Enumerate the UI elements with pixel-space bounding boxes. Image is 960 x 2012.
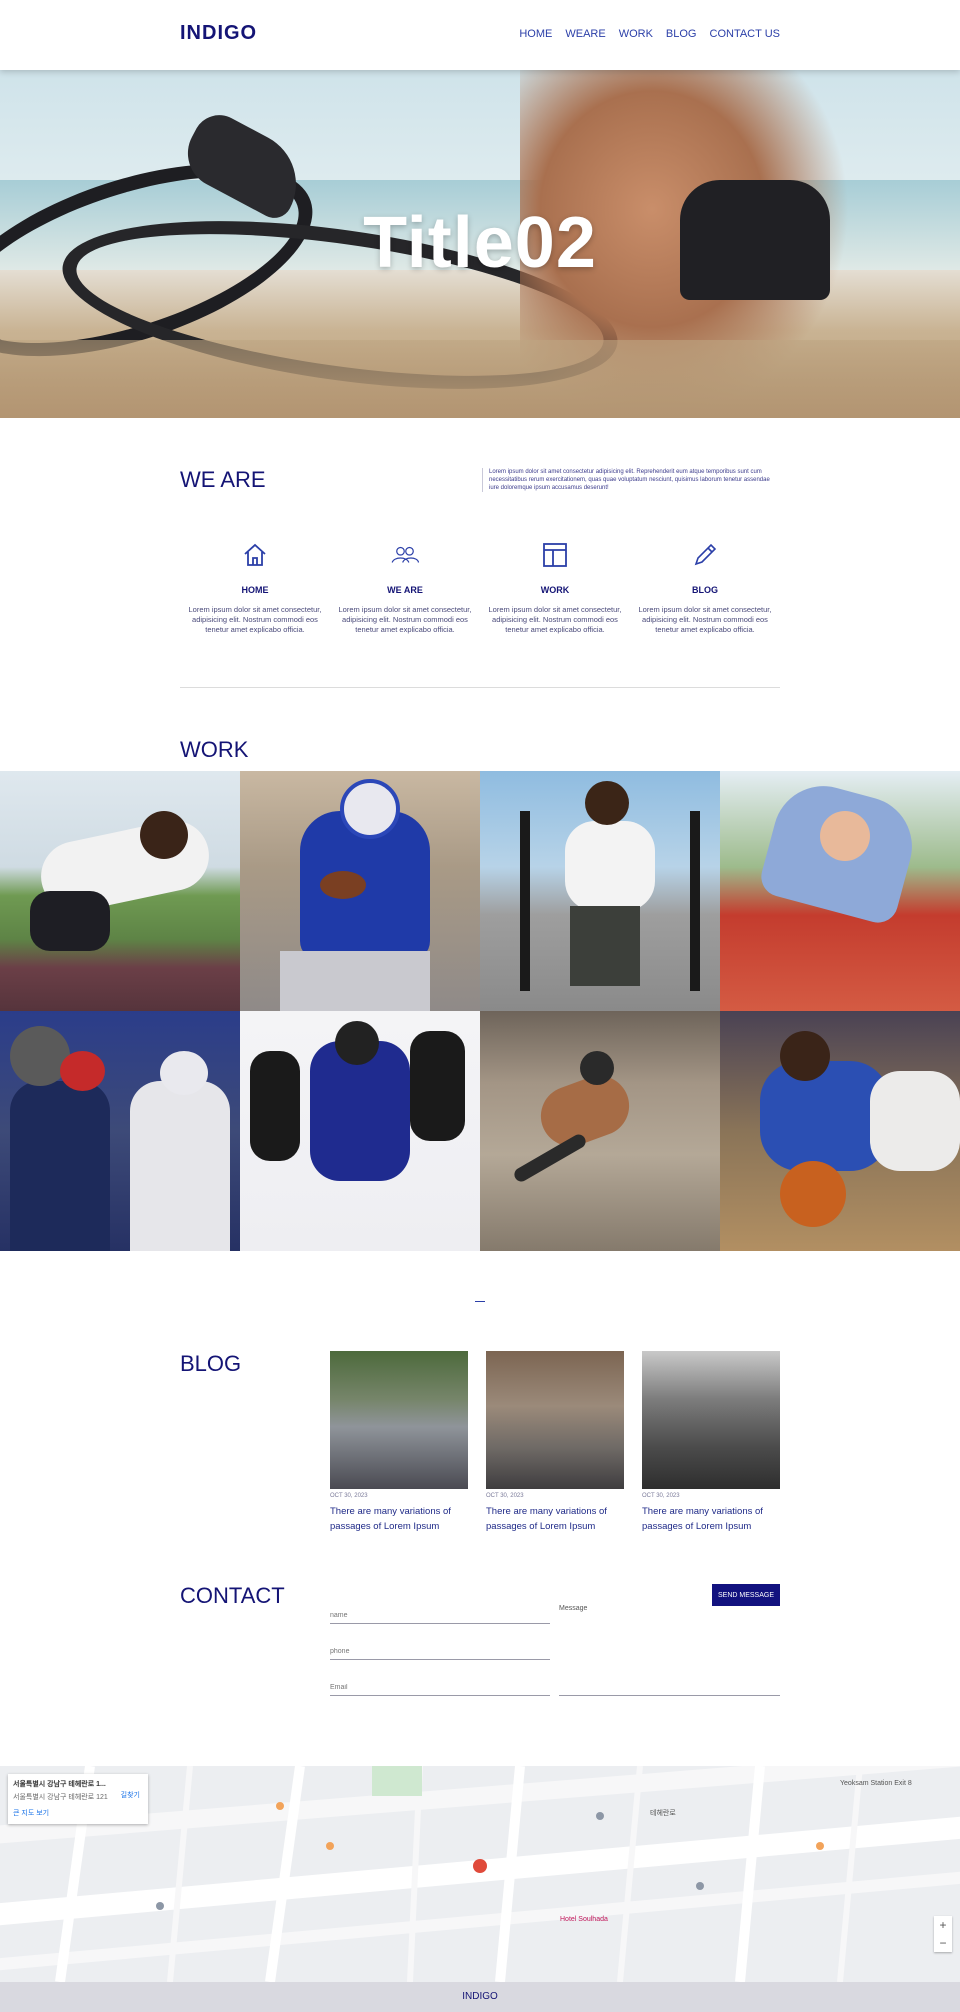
work-tile-sled[interactable] xyxy=(480,771,720,1011)
map-station-label: Yeoksam Station Exit 8 xyxy=(840,1780,912,1787)
work-tile-hockey[interactable] xyxy=(240,1011,480,1251)
blog-date: OCT 30, 2023 xyxy=(486,1493,524,1499)
section-marker xyxy=(475,1301,485,1302)
blog-post-title[interactable]: There are many variations of passages of… xyxy=(330,1504,468,1534)
feature-desc: Lorem ipsum dolor sit amet consectetur, … xyxy=(488,605,622,634)
tile-figure xyxy=(870,1071,960,1171)
tile-figure-head xyxy=(140,811,188,859)
contact-title: CONTACT xyxy=(180,1583,285,1608)
tile-figure xyxy=(130,1081,230,1251)
blog-date: OCT 30, 2023 xyxy=(330,1493,368,1499)
work-tile-sprinter[interactable] xyxy=(0,771,240,1011)
nav-work[interactable]: WORK xyxy=(619,28,653,40)
tile-skateboard xyxy=(511,1131,589,1185)
section-divider xyxy=(180,687,780,688)
tile-figure xyxy=(250,1051,300,1161)
hero-title: Title02 xyxy=(363,203,597,283)
nav-blog[interactable]: BLOG xyxy=(666,28,697,40)
feature-label: BLOG xyxy=(692,585,718,595)
feature-label: HOME xyxy=(241,585,269,595)
home-icon xyxy=(244,543,266,566)
work-tile-basketball[interactable] xyxy=(720,1011,960,1251)
tile-figure-head xyxy=(820,811,870,861)
blog-card[interactable]: OCT 30, 2023 There are many variations o… xyxy=(642,1351,780,1534)
blog-image xyxy=(330,1351,468,1489)
name-field xyxy=(330,1604,550,1624)
hero-sand xyxy=(0,340,960,418)
feature-home: HOME Lorem ipsum dolor sit amet consecte… xyxy=(180,540,330,635)
tile-figure-legs xyxy=(570,906,640,986)
work-tile-football[interactable] xyxy=(240,771,480,1011)
map-larger-link[interactable]: 큰 지도 보기 xyxy=(13,1808,143,1818)
nav-weare[interactable]: WEARE xyxy=(565,28,605,40)
map-road-label: 테헤란로 xyxy=(650,1810,676,1817)
message-textarea[interactable] xyxy=(559,1618,780,1696)
tile-figure-head xyxy=(780,1031,830,1081)
phone-input[interactable] xyxy=(330,1648,550,1655)
blog-card[interactable]: OCT 30, 2023 There are many variations o… xyxy=(330,1351,468,1534)
feature-weare: WE ARE Lorem ipsum dolor sit amet consec… xyxy=(330,540,480,635)
work-tile-skate[interactable] xyxy=(480,1011,720,1251)
hero-banner: Title02 xyxy=(0,70,960,418)
feature-work: WORK Lorem ipsum dolor sit amet consecte… xyxy=(480,540,630,635)
work-tile-boxing[interactable] xyxy=(0,1011,240,1251)
blog-title: BLOG xyxy=(180,1351,242,1376)
feature-label: WORK xyxy=(540,585,570,595)
message-label: Message xyxy=(559,1605,588,1612)
weare-intro: Lorem ipsum dolor sit amet consectetur a… xyxy=(482,468,780,492)
feature-desc: Lorem ipsum dolor sit amet consectetur, … xyxy=(638,605,772,634)
blog-post-title[interactable]: There are many variations of passages of… xyxy=(642,1504,780,1534)
name-input[interactable] xyxy=(330,1612,550,1619)
work-tile-runner[interactable] xyxy=(720,771,960,1011)
site-footer: INDIGO xyxy=(0,1982,960,2012)
blog-date: OCT 30, 2023 xyxy=(642,1493,680,1499)
map-hotel-label: Hotel Soulhada xyxy=(560,1916,608,1923)
tile-figure xyxy=(565,821,655,911)
feature-label: WE ARE xyxy=(387,585,423,595)
tile-pole-right xyxy=(690,811,700,991)
map-embed[interactable]: 서울특별시 강남구 테헤란로 1... 서울특별시 강남구 테헤란로 121 큰… xyxy=(0,1766,960,1982)
nav-home[interactable]: HOME xyxy=(519,28,552,40)
blog-image xyxy=(486,1351,624,1489)
email-field xyxy=(330,1676,550,1696)
feature-desc: Lorem ipsum dolor sit amet consectetur, … xyxy=(338,605,472,634)
phone-field xyxy=(330,1640,550,1660)
tile-figure-helmet xyxy=(335,1021,379,1065)
site-header: INDIGO HOME WEARE WORK BLOG CONTACT US xyxy=(0,0,960,70)
tile-figure xyxy=(10,1081,110,1251)
work-title: WORK xyxy=(180,737,249,762)
map-info-card: 서울특별시 강남구 테헤란로 1... 서울특별시 강남구 테헤란로 121 큰… xyxy=(8,1774,148,1824)
feature-blog: BLOG Lorem ipsum dolor sit amet consecte… xyxy=(630,540,780,635)
blog-post-title[interactable]: There are many variations of passages of… xyxy=(486,1504,624,1534)
tile-basketball xyxy=(780,1161,846,1227)
tile-figure xyxy=(410,1031,465,1141)
send-message-button[interactable]: SEND MESSAGE xyxy=(712,1584,780,1606)
map-zoom-control[interactable]: + − xyxy=(934,1916,952,1952)
tile-figure-legs xyxy=(30,891,110,951)
weare-title: WE ARE xyxy=(180,467,266,492)
blog-image xyxy=(642,1351,780,1489)
tile-figure-helmet xyxy=(340,779,400,839)
tile-glove xyxy=(60,1051,105,1091)
tile-football xyxy=(320,871,366,899)
tile-figure-legs xyxy=(280,951,430,1011)
map-place-title: 서울특별시 강남구 테헤란로 1... xyxy=(13,1781,106,1788)
people-icon xyxy=(391,546,420,563)
layout-icon xyxy=(543,543,567,567)
pencil-icon xyxy=(694,543,717,566)
blog-card[interactable]: OCT 30, 2023 There are many variations o… xyxy=(486,1351,624,1534)
nav-contact[interactable]: CONTACT US xyxy=(710,28,781,40)
map-directions-link[interactable]: 길찾기 xyxy=(121,1790,140,1800)
tile-figure-head xyxy=(585,781,629,825)
email-input[interactable] xyxy=(330,1684,550,1691)
tile-glove xyxy=(160,1051,208,1095)
tile-figure-head xyxy=(580,1051,614,1085)
feature-desc: Lorem ipsum dolor sit amet consectetur, … xyxy=(188,605,322,634)
main-nav: HOME WEARE WORK BLOG CONTACT US xyxy=(519,28,780,40)
tile-pole-left xyxy=(520,811,530,991)
logo[interactable]: INDIGO xyxy=(180,22,257,45)
